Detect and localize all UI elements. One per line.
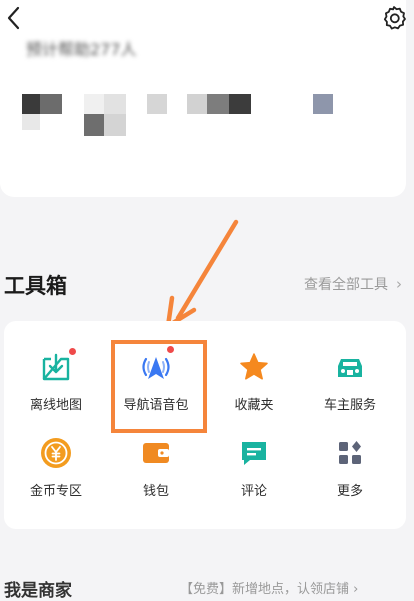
tool-offline-map[interactable]: 离线地图 xyxy=(6,321,106,413)
gold-coin-icon xyxy=(38,435,74,471)
blurred-help-text: 预计帮助277人 xyxy=(26,40,137,59)
offline-map-download-icon xyxy=(38,347,77,385)
annotation-highlight-box xyxy=(111,340,207,433)
tool-favorites[interactable]: 收藏夹 xyxy=(204,321,304,413)
gear-icon[interactable] xyxy=(380,4,408,32)
merchant-title: 我是商家 xyxy=(4,581,72,601)
tool-label: 金币专区 xyxy=(29,484,82,499)
see-all-tools-link[interactable]: 查看全部工具 › xyxy=(304,274,402,294)
chevron-right-icon: › xyxy=(396,275,402,293)
top-bar xyxy=(0,0,414,36)
wallet-icon xyxy=(138,435,174,471)
annotation-arrow xyxy=(165,219,239,329)
comment-icon xyxy=(236,435,272,471)
tool-label: 评论 xyxy=(240,484,267,499)
tool-more[interactable]: 更多 xyxy=(300,413,400,503)
tool-gold-coin[interactable]: 金币专区 xyxy=(6,413,106,503)
more-grid-icon xyxy=(332,435,368,471)
merchant-claim-link[interactable]: 【免费】新增地点，认领店铺 › xyxy=(180,578,358,597)
tool-car-service[interactable]: 车主服务 xyxy=(300,321,400,413)
tool-label: 更多 xyxy=(336,484,363,499)
tool-label: 车主服务 xyxy=(323,398,376,413)
back-chevron-icon[interactable] xyxy=(2,4,30,32)
car-icon xyxy=(332,349,368,385)
star-icon xyxy=(236,349,272,385)
tool-comment[interactable]: 评论 xyxy=(204,413,304,503)
see-all-label: 查看全部工具 xyxy=(304,277,388,293)
tool-label: 钱包 xyxy=(142,484,169,499)
tool-label: 收藏夹 xyxy=(234,398,274,413)
tool-label: 离线地图 xyxy=(29,398,82,413)
toolbox-title: 工具箱 xyxy=(4,274,67,298)
notification-dot xyxy=(68,347,77,356)
